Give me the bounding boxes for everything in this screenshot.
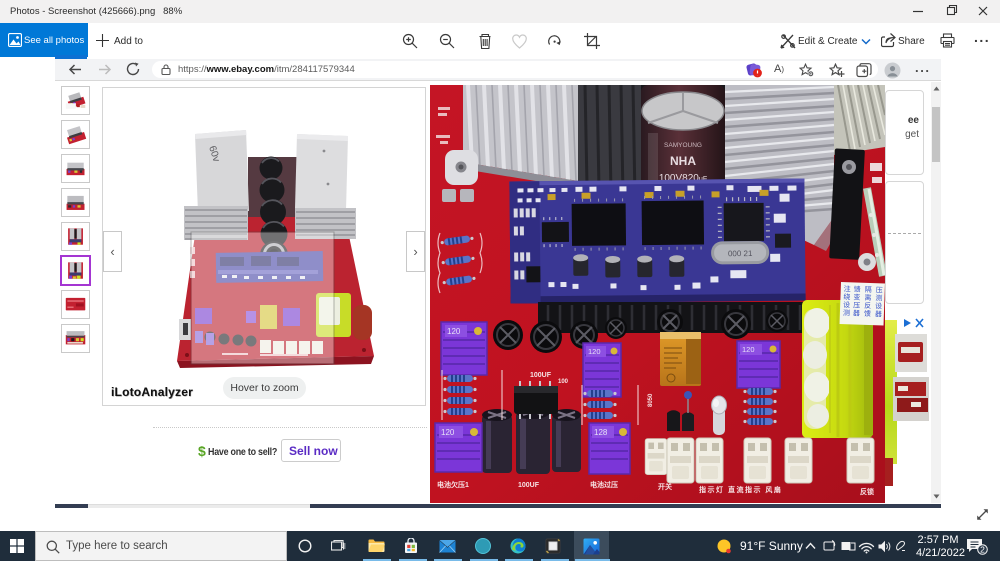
svg-text:电池过压: 电池过压 bbox=[590, 480, 618, 489]
svg-text:压: 压 bbox=[853, 301, 860, 309]
svg-text:压: 压 bbox=[876, 286, 883, 294]
svg-text:器: 器 bbox=[853, 309, 860, 317]
svg-text:设: 设 bbox=[875, 301, 882, 310]
svg-text:2: 2 bbox=[980, 545, 985, 555]
svg-text:离: 离 bbox=[864, 293, 871, 302]
svg-text:100UF: 100UF bbox=[518, 482, 540, 489]
svg-text:120: 120 bbox=[588, 347, 601, 356]
svg-text:反锁: 反锁 bbox=[860, 487, 874, 496]
svg-text:120: 120 bbox=[742, 345, 755, 354]
svg-text:馈: 馈 bbox=[864, 309, 871, 318]
svg-text:8050: 8050 bbox=[648, 393, 654, 407]
svg-text:120: 120 bbox=[441, 428, 455, 437]
svg-text:器: 器 bbox=[875, 310, 882, 318]
svg-text:变: 变 bbox=[853, 292, 860, 301]
svg-text:100UF: 100UF bbox=[530, 372, 552, 379]
svg-text:120: 120 bbox=[447, 327, 461, 336]
svg-text:电池欠压1: 电池欠压1 bbox=[437, 480, 469, 489]
svg-text:开关: 开关 bbox=[658, 482, 672, 491]
svg-text:000 21: 000 21 bbox=[728, 249, 753, 258]
svg-text:指示灯 直流指示 风扇: 指示灯 直流指示 风扇 bbox=[699, 485, 782, 494]
svg-text:注: 注 bbox=[844, 284, 851, 293]
svg-text:馈: 馈 bbox=[854, 284, 861, 293]
svg-text:128: 128 bbox=[594, 428, 608, 437]
svg-text:100: 100 bbox=[558, 379, 569, 385]
svg-text:测: 测 bbox=[843, 309, 850, 317]
svg-text:绕: 绕 bbox=[843, 292, 850, 301]
svg-text:设: 设 bbox=[843, 300, 850, 309]
svg-text:SAMYOUNG: SAMYOUNG bbox=[664, 142, 702, 149]
svg-text:反: 反 bbox=[864, 301, 871, 310]
svg-text:NHA: NHA bbox=[670, 154, 696, 168]
svg-text:隔: 隔 bbox=[865, 285, 872, 294]
svg-text:测: 测 bbox=[875, 294, 882, 302]
